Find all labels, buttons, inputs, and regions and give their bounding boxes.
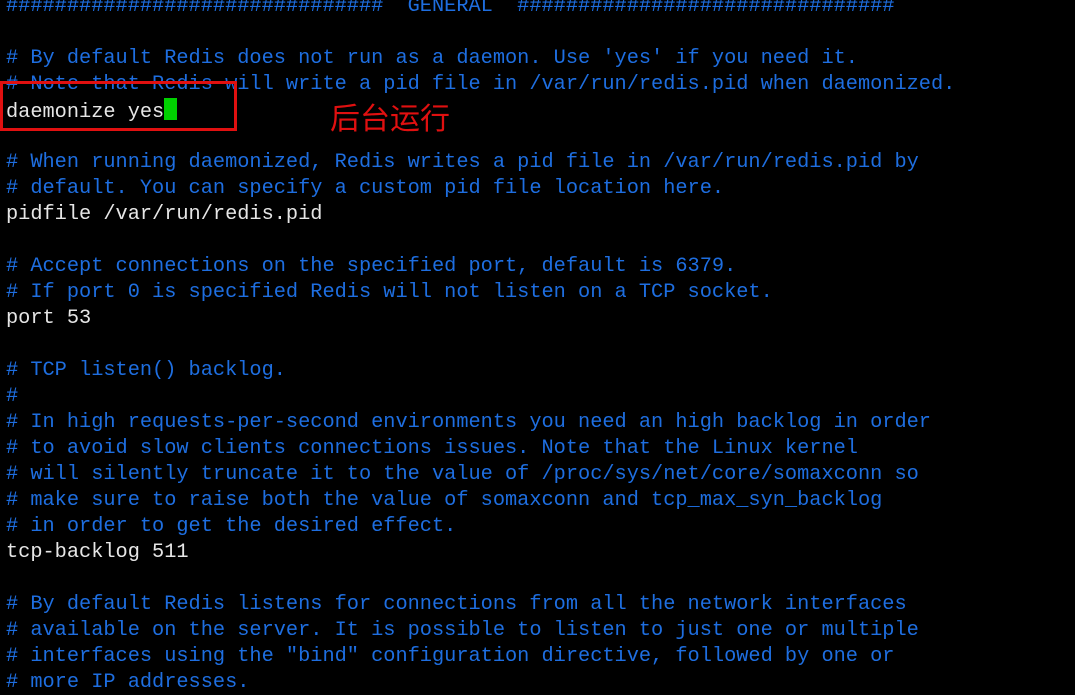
comment-line: #	[6, 384, 18, 410]
comment-line: # default. You can specify a custom pid …	[6, 176, 724, 202]
config-line: tcp-backlog 511	[6, 540, 189, 566]
line-text: # more IP addresses.	[6, 671, 250, 694]
line-text: # to avoid slow clients connections issu…	[6, 437, 858, 460]
config-line: pidfile /var/run/redis.pid	[6, 202, 322, 228]
config-line: port 53	[6, 306, 91, 332]
line-text: pidfile /var/run/redis.pid	[6, 203, 323, 226]
line-text: # default. You can specify a custom pid …	[6, 177, 725, 200]
comment-line: # available on the server. It is possibl…	[6, 618, 919, 644]
line-text: # By default Redis listens for connectio…	[6, 593, 907, 616]
comment-line: # interfaces using the "bind" configurat…	[6, 644, 894, 670]
comment-line: # to avoid slow clients connections issu…	[6, 436, 858, 462]
comment-line: # TCP listen() backlog.	[6, 358, 286, 384]
line-text: # If port 0 is specified Redis will not …	[6, 281, 773, 304]
line-text: #	[6, 385, 19, 408]
comment-line: # in order to get the desired effect.	[6, 514, 456, 540]
line-text: # will silently truncate it to the value…	[6, 463, 919, 486]
line-text: # make sure to raise both the value of s…	[6, 489, 883, 512]
comment-line: # By default Redis does not run as a dae…	[6, 46, 858, 72]
comment-line: # will silently truncate it to the value…	[6, 462, 919, 488]
comment-line: # make sure to raise both the value of s…	[6, 488, 882, 514]
comment-line: ############################### GENERAL …	[6, 0, 894, 20]
line-text: ############################### GENERAL …	[6, 0, 895, 18]
line-text: port 53	[6, 307, 92, 330]
line-text: tcp-backlog 511	[6, 541, 189, 564]
line-text: # By default Redis does not run as a dae…	[6, 47, 858, 70]
annotation-highlight-box	[0, 81, 237, 131]
line-text: # in order to get the desired effect.	[6, 515, 457, 538]
line-text: # Accept connections on the specified po…	[6, 255, 737, 278]
annotation-label: 后台运行	[330, 102, 450, 137]
line-text: # TCP listen() backlog.	[6, 359, 286, 382]
comment-line: # more IP addresses.	[6, 670, 249, 695]
comment-line: # In high requests-per-second environmen…	[6, 410, 931, 436]
line-text: # interfaces using the "bind" configurat…	[6, 645, 895, 668]
line-text: # When running daemonized, Redis writes …	[6, 151, 919, 174]
line-text: # In high requests-per-second environmen…	[6, 411, 931, 434]
comment-line: # Accept connections on the specified po…	[6, 254, 736, 280]
line-text: # available on the server. It is possibl…	[6, 619, 919, 642]
comment-line: # If port 0 is specified Redis will not …	[6, 280, 773, 306]
comment-line: # By default Redis listens for connectio…	[6, 592, 907, 618]
comment-line: # When running daemonized, Redis writes …	[6, 150, 919, 176]
